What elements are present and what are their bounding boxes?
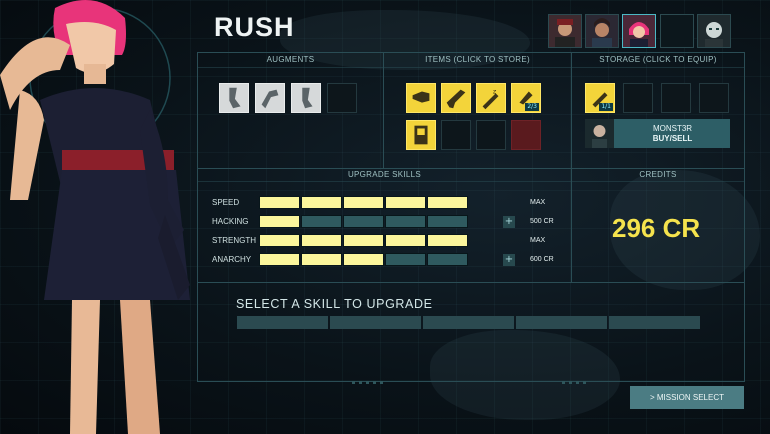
storage-slot-empty[interactable] [699, 83, 729, 113]
character-portrait [0, 0, 190, 434]
storage-slot-empty[interactable] [623, 83, 653, 113]
frame-line [744, 52, 745, 382]
mission-select-button[interactable]: > MISSION SELECT [630, 386, 744, 409]
arm-augment-icon [261, 89, 279, 109]
augment-slot[interactable] [291, 83, 321, 113]
storage-slot[interactable]: 1/1 [585, 83, 615, 113]
upgrade-progress-segment [237, 316, 328, 329]
item-slot[interactable] [441, 83, 471, 113]
character-name: RUSH [214, 12, 295, 42]
credits-value: 296 CR [612, 213, 701, 243]
skill-bar-segment[interactable] [385, 234, 426, 247]
skill-bar-segment[interactable] [301, 253, 342, 266]
upgrade-progress-segment [516, 316, 607, 329]
upgrade-prompt: SELECT A SKILL TO UPGRADE [236, 297, 433, 311]
storage-header: STORAGE (CLICK TO EQUIP) [599, 55, 717, 64]
decorative-dots [352, 381, 387, 384]
item-quantity-badge: 2/3 [525, 103, 539, 111]
frame-line [197, 282, 745, 283]
skill-bar-segment[interactable] [259, 234, 300, 247]
skill-bar-segment[interactable] [343, 215, 384, 228]
skill-bar-segment[interactable] [259, 196, 300, 209]
skill-label-strength: STRENGTH [212, 236, 256, 245]
augment-slot[interactable] [219, 83, 249, 113]
roster-slot-agent-5[interactable] [697, 14, 731, 48]
frame-line [197, 52, 198, 382]
gun-icon [446, 89, 466, 109]
item-slot[interactable]: z [476, 83, 506, 113]
frame-line [197, 67, 745, 68]
augment-slot-empty[interactable] [327, 83, 357, 113]
vendor-action-label: BUY/SELL [652, 134, 693, 143]
skill-bar-segment[interactable] [427, 196, 468, 209]
svg-text:z: z [493, 87, 497, 95]
flashlight-icon [412, 91, 430, 103]
credits-header: CREDITS [639, 170, 677, 179]
roster-slot-agent-3[interactable] [622, 14, 656, 48]
item-slot-empty[interactable] [476, 120, 506, 150]
frame-line [383, 52, 384, 168]
skill-bar-segment[interactable] [301, 234, 342, 247]
skill-bar-segment[interactable] [343, 253, 384, 266]
skill-bar-segment[interactable] [301, 215, 342, 228]
item-slot-empty[interactable] [441, 120, 471, 150]
item-slot-locked [511, 120, 541, 150]
skill-bar-segment[interactable] [385, 196, 426, 209]
frame-line [571, 52, 572, 282]
skill-bar-segment[interactable] [427, 215, 468, 228]
item-slot[interactable] [406, 120, 436, 150]
upgrade-progress-segment [330, 316, 421, 329]
item-slot[interactable] [406, 83, 436, 113]
upgrade-skills-header: UPGRADE SKILLS [347, 170, 422, 179]
skill-bar-segment[interactable] [259, 253, 300, 266]
leg-augment-icon [302, 87, 313, 109]
skill-bar-segment[interactable] [259, 215, 300, 228]
upgrade-plus-button[interactable]: + [503, 216, 515, 228]
roster-slot-agent-1[interactable] [548, 14, 582, 48]
augment-slot[interactable] [255, 83, 285, 113]
syringe-icon: z [482, 87, 499, 110]
skill-bar-segment[interactable] [385, 215, 426, 228]
leg-augment-icon [229, 87, 241, 109]
upgrade-plus-button[interactable]: + [503, 254, 515, 266]
items-header: ITEMS (CLICK TO STORE) [425, 55, 530, 64]
roster-slot-agent-4[interactable] [660, 14, 694, 48]
decorative-dots [562, 381, 590, 384]
vendor-name: MONST3R [652, 124, 693, 133]
skill-status-anarchy: 600 CR [530, 256, 554, 263]
skill-label-hacking: HACKING [212, 217, 249, 226]
skill-status-hacking: 500 CR [530, 218, 554, 225]
storage-quantity-badge: 1/1 [599, 103, 613, 111]
item-slot[interactable]: 2/3 [511, 83, 541, 113]
storage-slot-empty[interactable] [661, 83, 691, 113]
vendor-buy-sell-button[interactable]: MONST3R BUY/SELL [585, 119, 730, 148]
vendor-avatar [585, 119, 614, 148]
augments-header: AUGMENTS [266, 55, 315, 64]
skill-label-anarchy: ANARCHY [212, 255, 252, 264]
frame-line [197, 381, 745, 382]
upgrade-progress-segment [609, 316, 700, 329]
skill-bar-segment[interactable] [343, 196, 384, 209]
upgrade-progress-segment [423, 316, 514, 329]
roster-slot-agent-2[interactable] [585, 14, 619, 48]
skill-label-speed: SPEED [212, 198, 240, 207]
skill-status-strength: MAX [530, 237, 546, 244]
skill-bar-segment[interactable] [427, 253, 468, 266]
id-card-icon [414, 125, 428, 145]
skill-bar-segment[interactable] [427, 234, 468, 247]
skill-bar-segment[interactable] [385, 253, 426, 266]
skill-bar-segment[interactable] [343, 234, 384, 247]
skill-bar-segment[interactable] [301, 196, 342, 209]
skill-status-speed: MAX [530, 199, 546, 206]
